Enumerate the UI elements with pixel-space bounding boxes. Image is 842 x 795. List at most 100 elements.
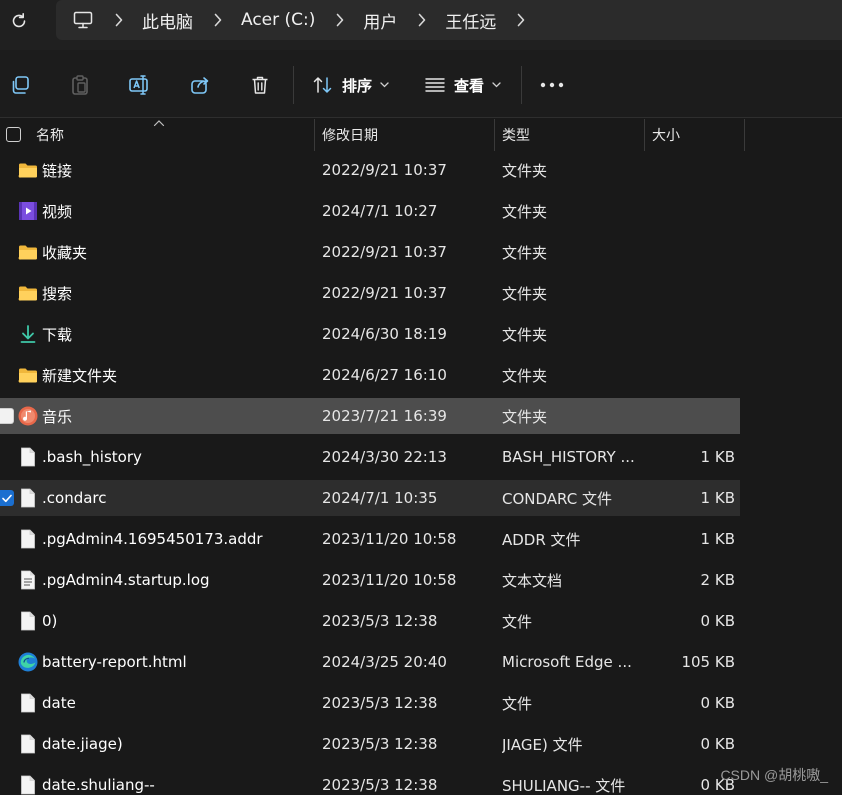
file-size	[648, 357, 735, 393]
file-date: 2023/5/3 12:38	[322, 612, 438, 630]
file-date: 2022/9/21 10:37	[322, 243, 447, 261]
row-checkbox[interactable]	[0, 408, 14, 424]
share-button[interactable]	[187, 72, 213, 98]
chevron-right-icon[interactable]	[515, 10, 527, 30]
column-header-type-label: 类型	[502, 128, 530, 144]
file-row[interactable]: .condarc 2024/7/1 10:35 CONDARC 文件 1 KB	[0, 480, 740, 516]
refresh-button[interactable]	[6, 8, 32, 34]
chevron-right-icon[interactable]	[113, 10, 125, 30]
file-row[interactable]: 链接 2022/9/21 10:37 文件夹	[0, 152, 740, 188]
rename-button[interactable]	[127, 72, 153, 98]
file-name: .condarc	[42, 489, 107, 507]
file-type: 文件夹	[502, 407, 548, 426]
breadcrumb-users[interactable]: 用户	[363, 8, 397, 33]
file-size: 105 KB	[681, 653, 735, 671]
view-button[interactable]: 查看	[424, 72, 501, 98]
address-bar[interactable]: 此电脑 Acer (C:) 用户 王任远	[56, 0, 842, 40]
file-date: 2022/9/21 10:37	[322, 161, 447, 179]
copy-icon	[12, 76, 29, 94]
file-row[interactable]: 视频 2024/7/1 10:27 文件夹	[0, 193, 740, 229]
file-date: 2023/11/20 10:58	[322, 530, 457, 548]
file-size	[648, 275, 735, 311]
file-date: 2024/7/1 10:27	[322, 202, 438, 220]
file-size: 1 KB	[700, 448, 735, 466]
this-pc-icon[interactable]	[72, 9, 94, 31]
chevron-right-icon[interactable]	[334, 10, 346, 30]
file-row[interactable]: 收藏夹 2022/9/21 10:37 文件夹	[0, 234, 740, 270]
file-row[interactable]: .bash_history 2024/3/30 22:13 BASH_HISTORY…	[0, 439, 740, 475]
view-label: 查看	[454, 76, 485, 95]
file-date: 2024/6/27 16:10	[322, 366, 447, 384]
file-date: 2023/5/3 12:38	[322, 776, 438, 794]
text-file-icon	[17, 569, 39, 591]
file-date: 2023/5/3 12:38	[322, 735, 438, 753]
file-name: .pgAdmin4.1695450173.addr	[42, 530, 263, 548]
column-divider[interactable]	[744, 119, 745, 151]
file-size	[648, 234, 735, 270]
column-divider[interactable]	[314, 119, 315, 151]
breadcrumb-drive-c[interactable]: Acer (C:)	[241, 10, 315, 30]
select-all-checkbox[interactable]	[6, 127, 21, 142]
file-row[interactable]: 0) 2023/5/3 12:38 文件 0 KB	[0, 603, 740, 639]
file-row[interactable]: .pgAdmin4.1695450173.addr 2023/11/20 10:5…	[0, 521, 740, 557]
address-area: 此电脑 Acer (C:) 用户 王任远	[0, 0, 842, 50]
file-date: 2022/9/21 10:37	[322, 284, 447, 302]
file-name: .pgAdmin4.startup.log	[42, 571, 210, 589]
file-name: battery-report.html	[42, 653, 187, 671]
file-type: JIAGE) 文件	[502, 735, 583, 754]
file-size	[648, 152, 735, 188]
file-type: 文件夹	[502, 284, 548, 303]
file-size	[648, 398, 735, 434]
file-date: 2024/3/25 20:40	[322, 653, 447, 671]
file-row[interactable]: 新建文件夹 2024/6/27 16:10 文件夹	[0, 357, 740, 393]
file-row[interactable]: 下载 2024/6/30 18:19 文件夹	[0, 316, 740, 352]
column-header-size-label: 大小	[652, 128, 680, 144]
paste-button[interactable]	[67, 72, 93, 98]
breadcrumb-user-folder[interactable]: 王任远	[445, 8, 496, 33]
videos-folder-icon	[17, 200, 39, 222]
file-icon	[17, 446, 39, 468]
column-header-name[interactable]: 名称	[36, 119, 314, 151]
file-name: 新建文件夹	[42, 366, 118, 385]
file-name: date	[42, 694, 76, 712]
file-icon	[17, 774, 39, 795]
file-date: 2023/11/20 10:58	[322, 571, 457, 589]
column-header-row: 名称 修改日期 类型 大小	[0, 119, 842, 151]
sort-label: 排序	[342, 76, 373, 95]
file-type: CONDARC 文件	[502, 489, 612, 508]
file-size	[648, 193, 735, 229]
download-icon	[17, 323, 39, 345]
rename-icon	[129, 75, 148, 95]
file-icon	[17, 692, 39, 714]
file-type: ADDR 文件	[502, 530, 581, 549]
folder-icon	[17, 159, 39, 181]
file-row[interactable]: 搜索 2022/9/21 10:37 文件夹	[0, 275, 740, 311]
file-icon	[17, 733, 39, 755]
column-header-name-label: 名称	[36, 128, 64, 144]
sort-button[interactable]: 排序	[312, 72, 389, 98]
copy-button[interactable]	[7, 72, 33, 98]
column-header-type[interactable]: 类型	[502, 119, 644, 151]
command-divider	[293, 66, 294, 104]
file-row[interactable]: 音乐 2023/7/21 16:39 文件夹	[0, 398, 740, 434]
file-date: 2024/3/30 22:13	[322, 448, 447, 466]
column-header-date[interactable]: 修改日期	[322, 119, 494, 151]
file-size	[648, 316, 735, 352]
breadcrumb-this-pc[interactable]: 此电脑	[142, 8, 193, 33]
file-row[interactable]: date 2023/5/3 12:38 文件 0 KB	[0, 685, 740, 721]
file-row[interactable]: .pgAdmin4.startup.log 2023/11/20 10:58 文本文…	[0, 562, 740, 598]
file-row[interactable]: date.shuliang-- 2023/5/3 12:38 SHULIANG-- …	[0, 767, 740, 795]
file-size: 2 KB	[700, 571, 735, 589]
column-divider[interactable]	[644, 119, 645, 151]
chevron-right-icon[interactable]	[416, 10, 428, 30]
column-header-size[interactable]: 大小	[652, 119, 744, 151]
column-divider[interactable]	[494, 119, 495, 151]
chevron-right-icon[interactable]	[212, 10, 224, 30]
row-checkbox[interactable]	[0, 490, 14, 506]
file-row[interactable]: date.jiage) 2023/5/3 12:38 JIAGE) 文件 0 KB	[0, 726, 740, 762]
file-size: 1 KB	[700, 489, 735, 507]
delete-button[interactable]	[247, 72, 273, 98]
file-date: 2024/7/1 10:35	[322, 489, 438, 507]
file-row[interactable]: battery-report.html 2024/3/25 20:40 Micros…	[0, 644, 740, 680]
more-options-button[interactable]	[539, 72, 565, 98]
